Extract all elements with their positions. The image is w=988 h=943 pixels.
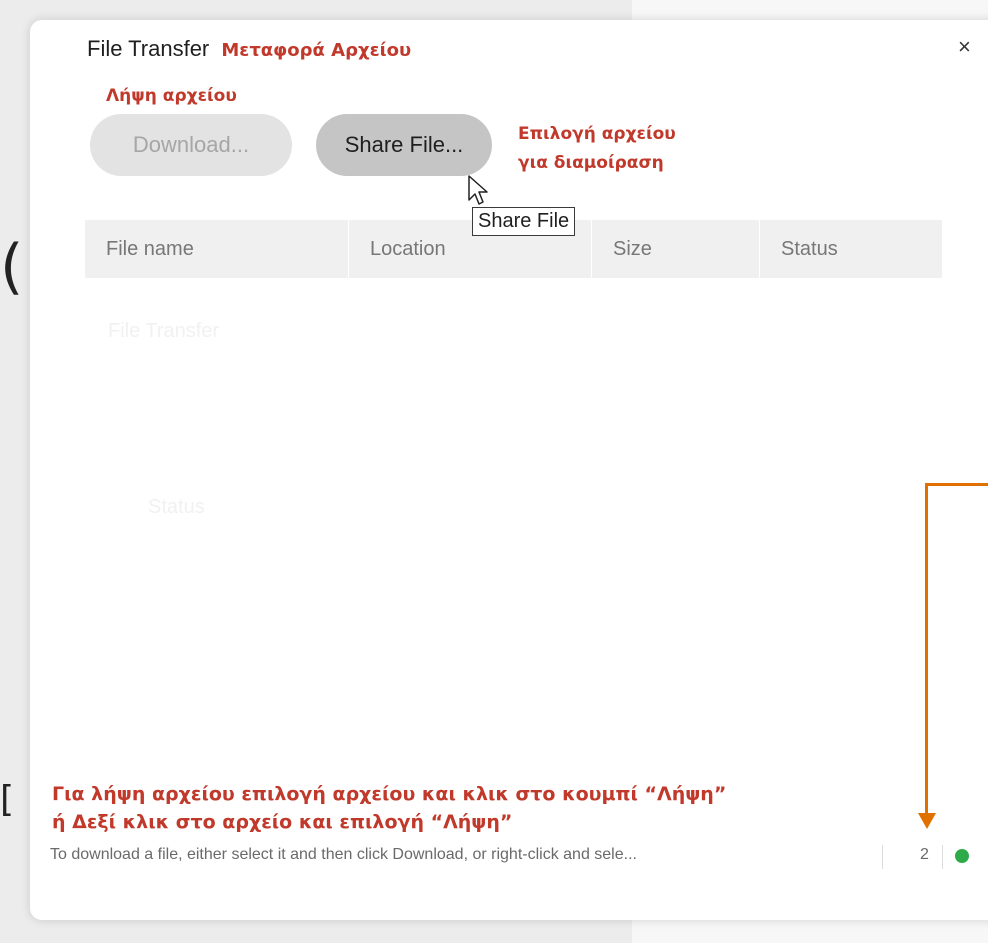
share-file-button[interactable]: Share File... [316,114,492,176]
download-button[interactable]: Download... [90,114,292,176]
background-text-fragment-2: [ [0,779,15,820]
arrow-annotation-shaft [925,483,928,816]
bottom-annotation-line1: Για λήψη αρχείου επιλογή αρχείου και κλι… [52,783,727,805]
arrow-annotation-top [925,483,988,486]
download-annotation: Λήψη αρχείου [106,86,237,106]
ghost-text: File Transfer [108,320,220,342]
column-header-size[interactable]: Size [592,220,760,278]
share-annotation: Επιλογή αρχείου για διαμοίραση [518,120,676,178]
background-text-fragment: ( [0,232,24,302]
mouse-cursor-icon [468,175,488,205]
connection-status-icon [955,849,969,863]
arrow-annotation-head [918,813,936,829]
close-icon[interactable]: × [958,34,971,60]
column-header-status[interactable]: Status [760,220,942,278]
dialog-title: File Transfer [87,36,210,61]
share-annotation-line2: για διαμοίραση [518,153,664,173]
bottom-annotation-line2: ή Δεξί κλικ στο αρχείο και επιλογή “Λήψη… [52,811,513,833]
ghost-text-2: Status [148,496,205,518]
bottom-annotation: Για λήψη αρχείου επιλογή αρχείου και κλι… [52,780,726,836]
file-count: 2 [920,846,929,863]
title-annotation: Μεταφορά Αρχείου [221,40,412,61]
status-bar: To download a file, either select it and… [50,843,980,873]
column-header-file-name[interactable]: File name [85,220,349,278]
status-separator [882,845,883,869]
share-annotation-line1: Επιλογή αρχείου [518,124,676,144]
dialog-title-row: File Transfer Μεταφορά Αρχείου [87,36,411,62]
share-file-tooltip: Share File [472,207,576,236]
status-separator-2 [942,845,943,869]
status-message: To download a file, either select it and… [50,846,637,863]
file-transfer-dialog: File Transfer Μεταφορά Αρχείου × Λήψη αρ… [30,20,988,920]
